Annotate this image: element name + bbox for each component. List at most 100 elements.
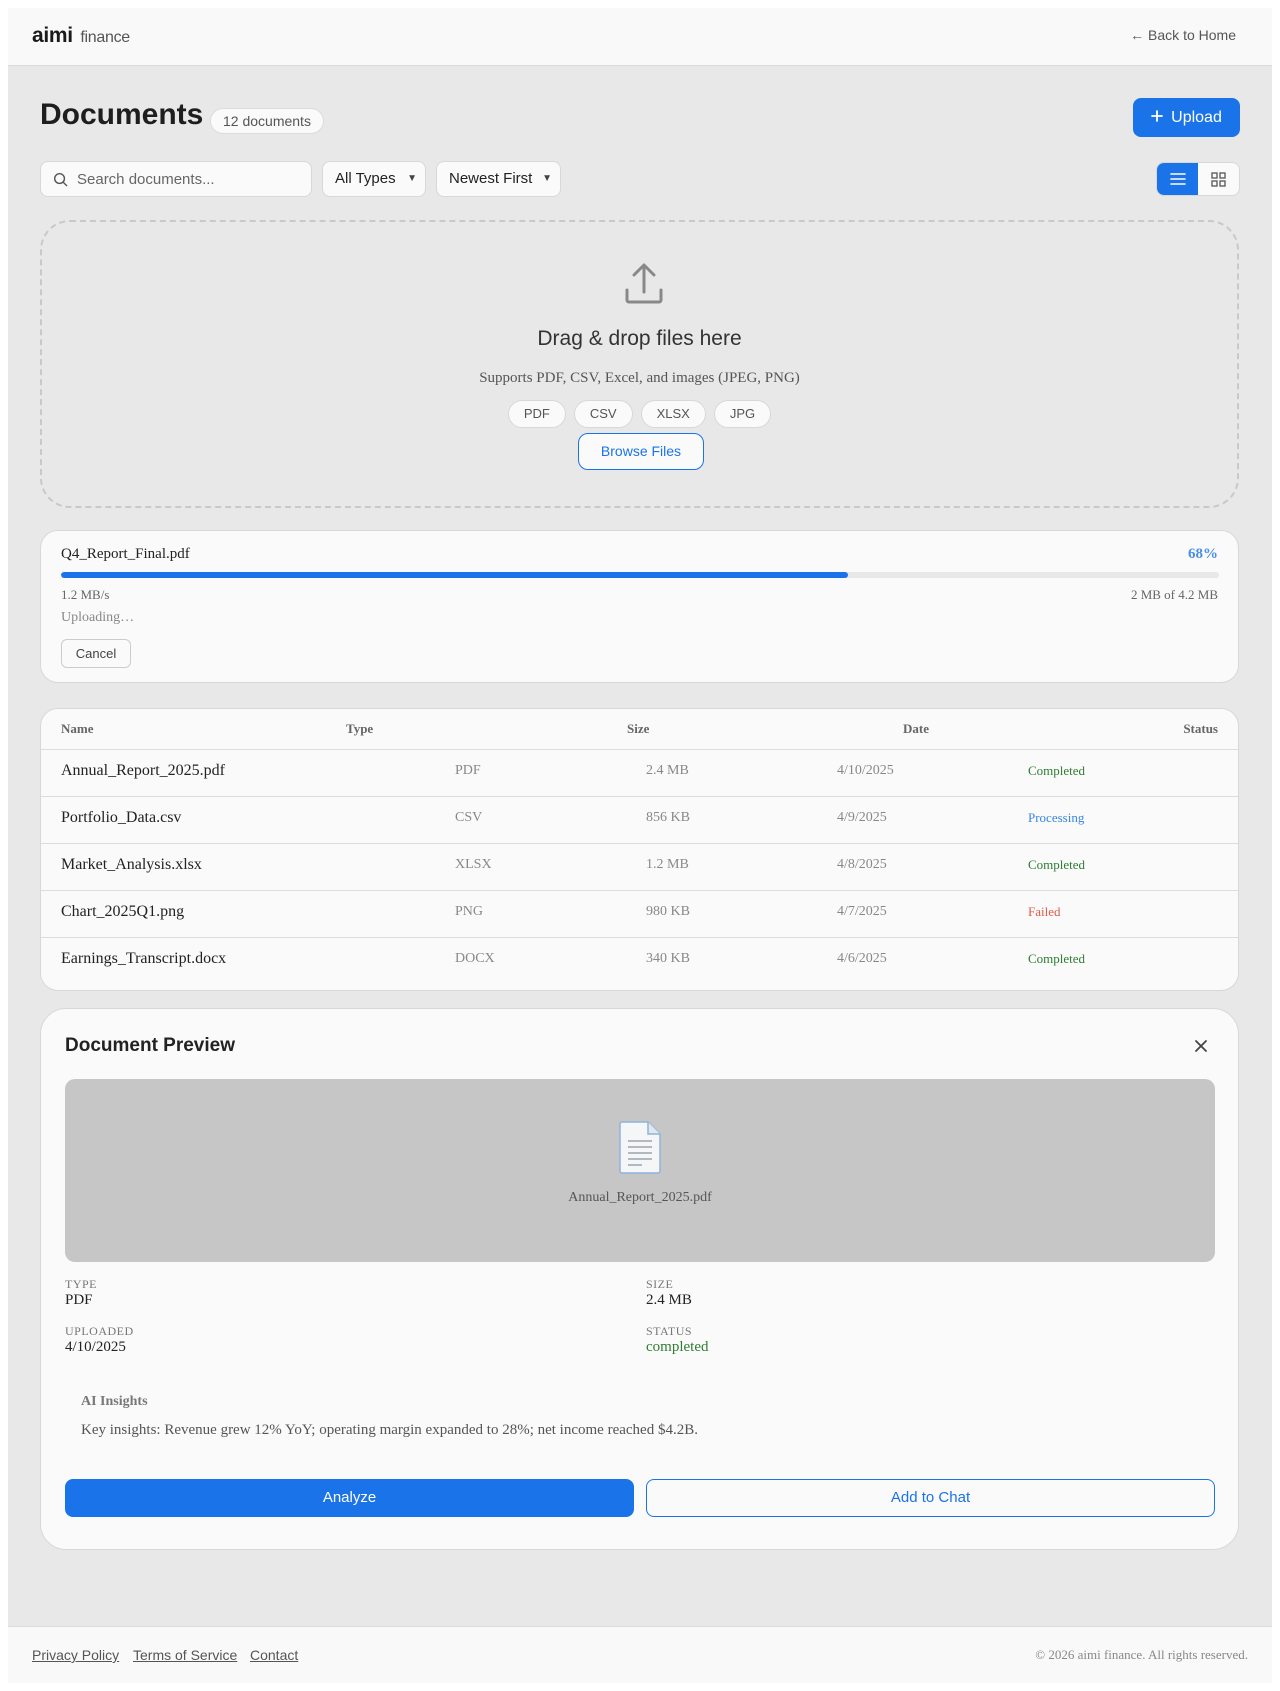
back-to-home-link[interactable]: ← Back to Home	[1130, 27, 1236, 43]
contact-link[interactable]: Contact	[250, 1647, 298, 1663]
footer: Privacy Policy Terms of Service Contact …	[8, 1626, 1272, 1683]
terms-of-service-link[interactable]: Terms of Service	[133, 1647, 237, 1663]
cell-type: PDF	[455, 763, 481, 778]
uploading-filename: Q4_Report_Final.pdf	[61, 546, 190, 562]
meta-size-label: SIZE	[646, 1277, 674, 1291]
file-dropzone[interactable]: Drag & drop files here Supports PDF, CSV…	[40, 220, 1239, 508]
dropzone-title: Drag & drop files here	[537, 327, 742, 350]
upload-size: 2 MB of 4.2 MB	[1130, 587, 1218, 602]
upload-icon	[625, 263, 663, 304]
table-row[interactable]: Annual_Report_2025.pdf PDF 2.4 MB 4/10/2…	[41, 749, 1238, 797]
sort-select[interactable]: Newest First ▼	[436, 161, 561, 197]
document-count-badge: 12 documents	[210, 108, 324, 134]
status-badge: Completed	[1028, 951, 1086, 966]
caret-down-icon: ▼	[542, 173, 552, 184]
meta-uploaded-value: 4/10/2025	[65, 1339, 126, 1355]
cell-type: CSV	[455, 810, 483, 825]
progress-fill	[61, 572, 849, 578]
cell-size: 856 KB	[646, 810, 690, 825]
documents-table: Name Type Size Date Status Annual_Report…	[40, 708, 1239, 991]
table-row[interactable]: Chart_2025Q1.png PNG 980 KB 4/7/2025 Fai…	[41, 890, 1238, 938]
app-frame: aimi finance ← Back to Home Documents 12…	[8, 8, 1272, 1683]
cell-type: XLSX	[455, 857, 492, 872]
meta-size-value: 2.4 MB	[646, 1292, 692, 1308]
brand-name: aimi	[32, 24, 73, 47]
grid-view-icon	[1211, 171, 1226, 187]
status-badge: Failed	[1028, 904, 1061, 919]
search-icon	[53, 172, 68, 187]
preview-area: Annual_Report_2025.pdf	[65, 1079, 1215, 1262]
brand-subtitle: finance	[80, 29, 130, 46]
meta-type-label: TYPE	[65, 1277, 97, 1291]
cell-date: 4/10/2025	[837, 763, 894, 778]
preview-filename: Annual_Report_2025.pdf	[568, 1190, 712, 1205]
column-header-name[interactable]: Name	[61, 721, 94, 737]
meta-uploaded-label: UPLOADED	[65, 1324, 134, 1338]
status-badge: Completed	[1028, 763, 1086, 778]
close-icon	[1195, 1040, 1207, 1052]
dropzone-subtitle: Supports PDF, CSV, Excel, and images (JP…	[479, 370, 800, 386]
sort-value: Newest First	[449, 170, 533, 187]
top-bar: aimi finance ← Back to Home	[8, 8, 1272, 66]
cell-size: 1.2 MB	[646, 857, 689, 872]
table-row[interactable]: Earnings_Transcript.docx DOCX 340 KB 4/6…	[41, 937, 1238, 984]
privacy-policy-link[interactable]: Privacy Policy	[32, 1647, 119, 1663]
column-header-type[interactable]: Type	[346, 721, 373, 737]
type-filter-value: All Types	[335, 170, 396, 187]
type-filter-select[interactable]: All Types ▼	[322, 161, 426, 197]
cell-name: Chart_2025Q1.png	[61, 903, 185, 920]
cell-date: 4/7/2025	[837, 904, 887, 919]
cell-name: Market_Analysis.xlsx	[61, 856, 202, 873]
page-title: Documents	[40, 98, 204, 131]
column-header-date[interactable]: Date	[903, 721, 929, 737]
column-header-size[interactable]: Size	[627, 721, 649, 737]
upload-percent: 68%	[1188, 546, 1218, 562]
upload-speed: 1.2 MB/s	[61, 587, 110, 602]
search-input[interactable]	[77, 162, 302, 196]
caret-down-icon: ▼	[407, 173, 417, 184]
analyze-button[interactable]: Analyze	[65, 1479, 634, 1517]
add-to-chat-button[interactable]: Add to Chat	[646, 1479, 1215, 1517]
file-type-chip: XLSX	[640, 400, 706, 428]
cell-date: 4/6/2025	[837, 951, 887, 966]
table-header: Name Type Size Date Status	[41, 709, 1238, 750]
cell-date: 4/9/2025	[837, 810, 887, 825]
list-view-icon	[1169, 173, 1186, 185]
cell-date: 4/8/2025	[837, 857, 887, 872]
cancel-upload-button[interactable]: Cancel	[61, 639, 131, 668]
grid-view-button[interactable]	[1198, 163, 1239, 195]
cell-size: 2.4 MB	[646, 763, 689, 778]
close-preview-button[interactable]	[1188, 1033, 1214, 1059]
meta-type-value: PDF	[65, 1292, 93, 1308]
copyright-text: © 2026 aimi finance. All rights reserved…	[1035, 1647, 1248, 1662]
meta-status-value: completed	[646, 1339, 709, 1355]
cell-type: PNG	[455, 904, 484, 919]
file-type-chip: CSV	[573, 400, 633, 428]
upload-button[interactable]: Upload	[1133, 98, 1240, 137]
table-row[interactable]: Market_Analysis.xlsx XLSX 1.2 MB 4/8/202…	[41, 843, 1238, 891]
ai-insights-text: Key insights: Revenue grew 12% YoY; oper…	[81, 1422, 698, 1438]
brand-logo[interactable]: aimi finance	[32, 24, 130, 48]
cell-name: Annual_Report_2025.pdf	[61, 762, 225, 779]
list-view-button[interactable]	[1157, 163, 1198, 195]
meta-status-label: STATUS	[646, 1324, 693, 1338]
cell-name: Portfolio_Data.csv	[61, 809, 182, 826]
upload-button-label: Upload	[1171, 108, 1222, 126]
view-toggle	[1156, 162, 1240, 196]
cell-name: Earnings_Transcript.docx	[61, 950, 227, 967]
plus-icon	[1151, 109, 1164, 127]
browse-files-button[interactable]: Browse Files	[578, 433, 704, 470]
status-badge: Processing	[1028, 810, 1085, 825]
column-header-status[interactable]: Status	[1183, 721, 1218, 737]
search-box[interactable]	[40, 161, 312, 197]
table-row[interactable]: Portfolio_Data.csv CSV 856 KB 4/9/2025 P…	[41, 796, 1238, 844]
cell-size: 340 KB	[646, 951, 690, 966]
status-badge: Completed	[1028, 857, 1086, 872]
preview-title: Document Preview	[65, 1035, 235, 1056]
ai-insights-label: AI Insights	[81, 1394, 148, 1409]
document-icon	[619, 1121, 661, 1174]
upload-progress-card: Q4_Report_Final.pdf 68% 1.2 MB/s 2 MB of…	[40, 530, 1239, 683]
document-preview-panel: Document Preview Annual_Report_2025.pdf …	[40, 1008, 1239, 1550]
file-type-chip: PDF	[507, 400, 566, 428]
file-type-chips: PDF CSV XLSX JPG	[42, 400, 1237, 428]
